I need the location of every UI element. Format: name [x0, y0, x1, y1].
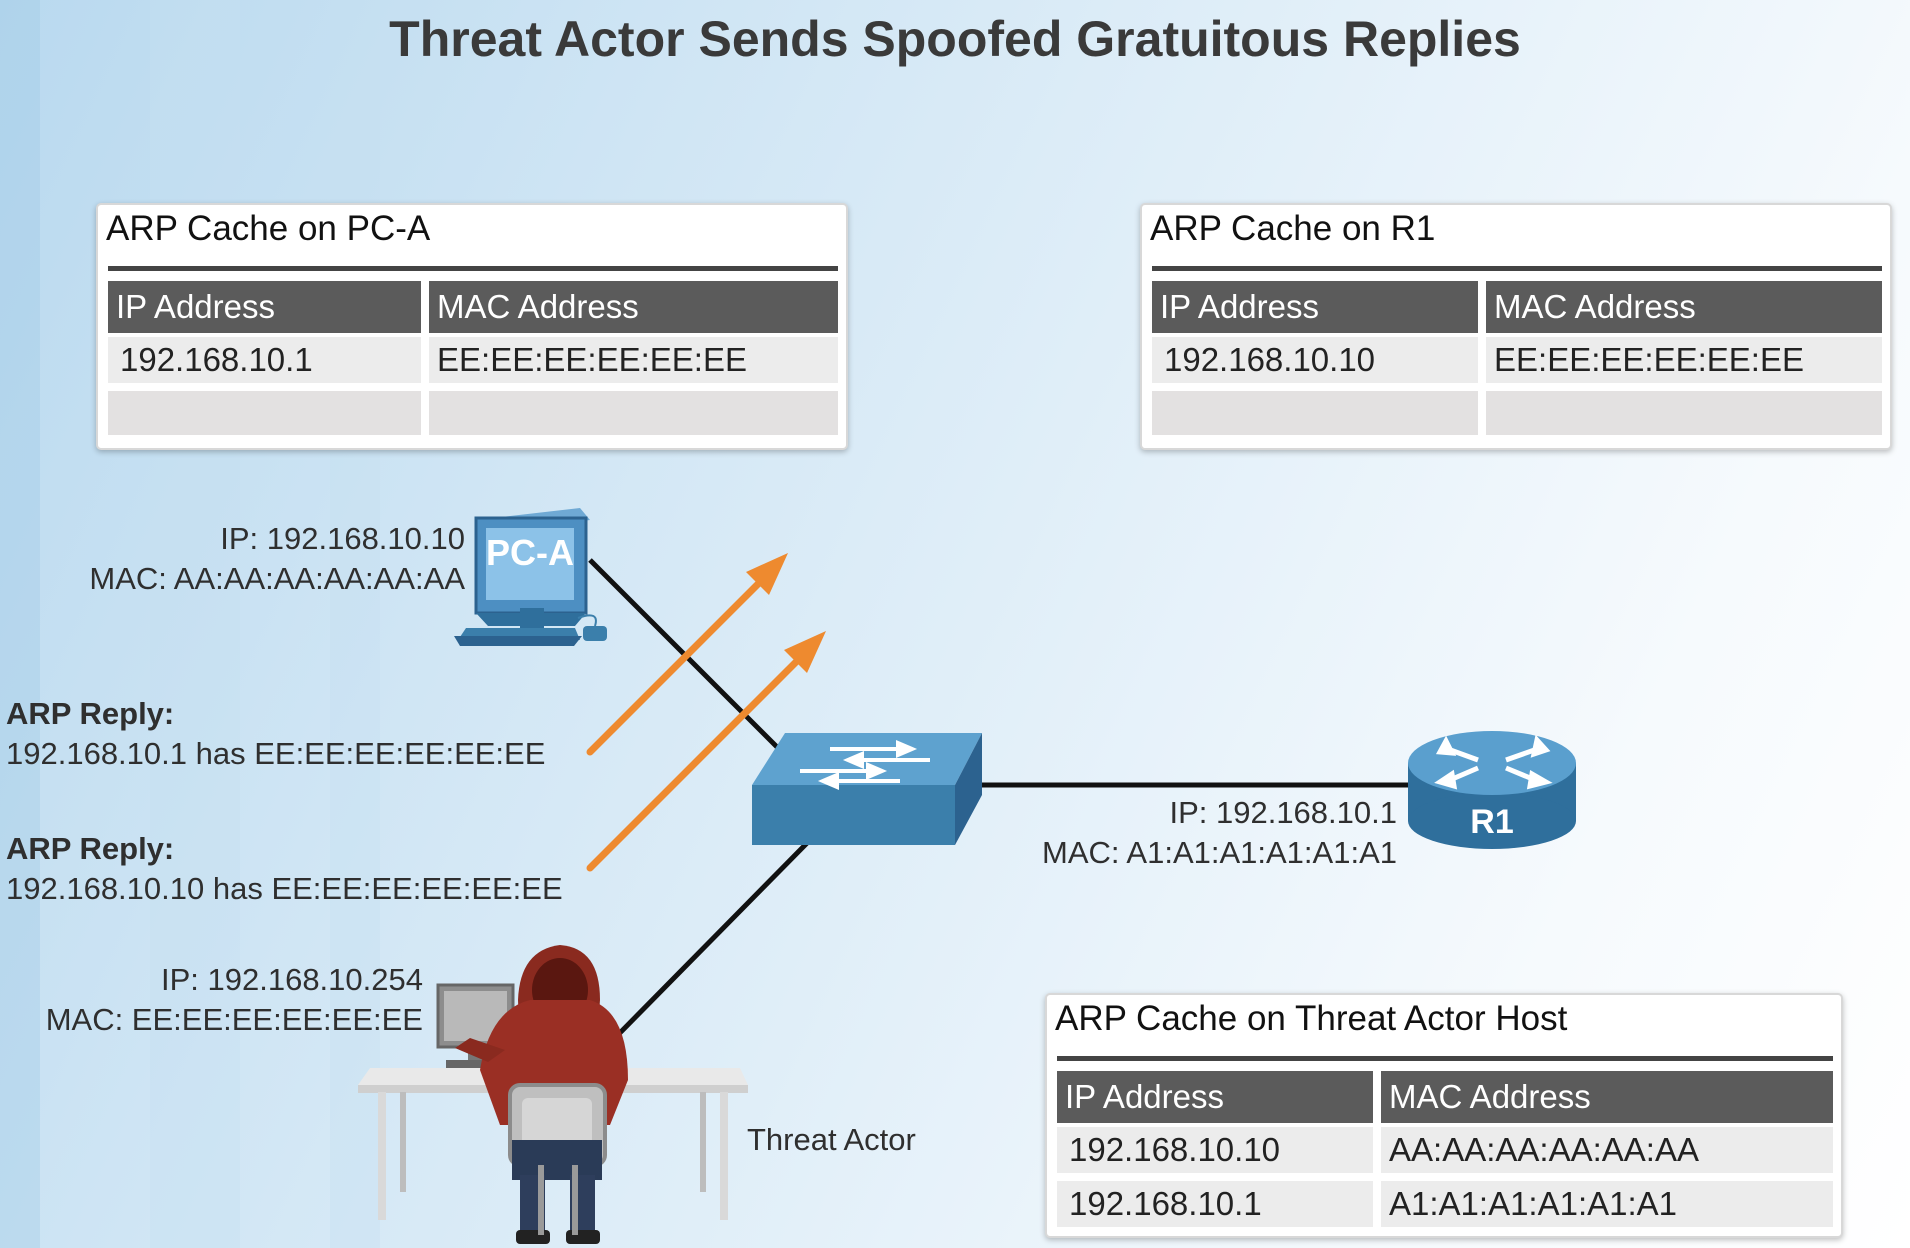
table-cell-mac: A1:A1:A1:A1:A1:A1	[1381, 1181, 1833, 1227]
link-pc-switch	[588, 558, 792, 762]
column-header-ip: IP Address	[108, 281, 421, 333]
column-header-mac: MAC Address	[1486, 281, 1882, 333]
arp-cache-pc-a: ARP Cache on PC-A IP Address MAC Address…	[96, 203, 848, 450]
link-switch-threat	[606, 838, 812, 1047]
arp-reply-1-text: 192.168.10.1 has EE:EE:EE:EE:EE:EE	[6, 736, 546, 771]
arp-cache-threat-actor: ARP Cache on Threat Actor Host IP Addres…	[1045, 993, 1843, 1238]
table-cell-mac	[1486, 391, 1882, 435]
cache-divider	[1057, 1056, 1833, 1061]
cache-divider	[1152, 266, 1882, 271]
table-cell-mac	[429, 391, 838, 435]
table-cell-ip: 192.168.10.1	[108, 337, 421, 383]
arp-reply-2-text: 192.168.10.10 has EE:EE:EE:EE:EE:EE	[6, 871, 563, 906]
table-cell-mac: EE:EE:EE:EE:EE:EE	[1486, 337, 1882, 383]
arp-reply-2-heading: ARP Reply:	[6, 831, 175, 866]
pc-a-ip-label: IP: 192.168.10.10	[220, 521, 465, 556]
pc-icon	[454, 508, 607, 646]
arp-cache-r1: ARP Cache on R1 IP Address MAC Address 1…	[1140, 203, 1892, 450]
arp-reply-1-heading: ARP Reply:	[6, 696, 175, 731]
threat-actor-mac-label: MAC: EE:EE:EE:EE:EE:EE	[45, 1002, 423, 1037]
r1-icon-label: R1	[1470, 803, 1513, 841]
table-cell-mac: EE:EE:EE:EE:EE:EE	[429, 337, 838, 383]
table-cell-ip: 192.168.10.1	[1057, 1181, 1373, 1227]
cache-title: ARP Cache on PC-A	[106, 209, 431, 248]
column-header-mac: MAC Address	[1381, 1071, 1833, 1123]
column-header-ip: IP Address	[1057, 1071, 1373, 1123]
column-header-mac: MAC Address	[429, 281, 838, 333]
pc-a-mac-label: MAC: AA:AA:AA:AA:AA:AA	[89, 561, 465, 596]
switch-icon	[752, 733, 982, 845]
cache-title: ARP Cache on Threat Actor Host	[1055, 999, 1568, 1038]
r1-ip-label: IP: 192.168.10.1	[1169, 795, 1397, 830]
arp-reply-arrow-1	[586, 553, 788, 756]
table-cell-ip	[1152, 391, 1478, 435]
r1-mac-label: MAC: A1:A1:A1:A1:A1:A1	[1042, 835, 1397, 870]
table-cell-ip: 192.168.10.10	[1152, 337, 1478, 383]
table-cell-ip: 192.168.10.10	[1057, 1127, 1373, 1173]
cache-title: ARP Cache on R1	[1150, 209, 1436, 248]
pc-a-icon-label: PC-A	[486, 532, 574, 573]
threat-actor-ip-label: IP: 192.168.10.254	[160, 962, 423, 997]
table-cell-ip	[108, 391, 421, 435]
column-header-ip: IP Address	[1152, 281, 1478, 333]
table-cell-mac: AA:AA:AA:AA:AA:AA	[1381, 1127, 1833, 1173]
cache-divider	[108, 266, 838, 271]
threat-actor-label: Threat Actor	[747, 1122, 916, 1157]
